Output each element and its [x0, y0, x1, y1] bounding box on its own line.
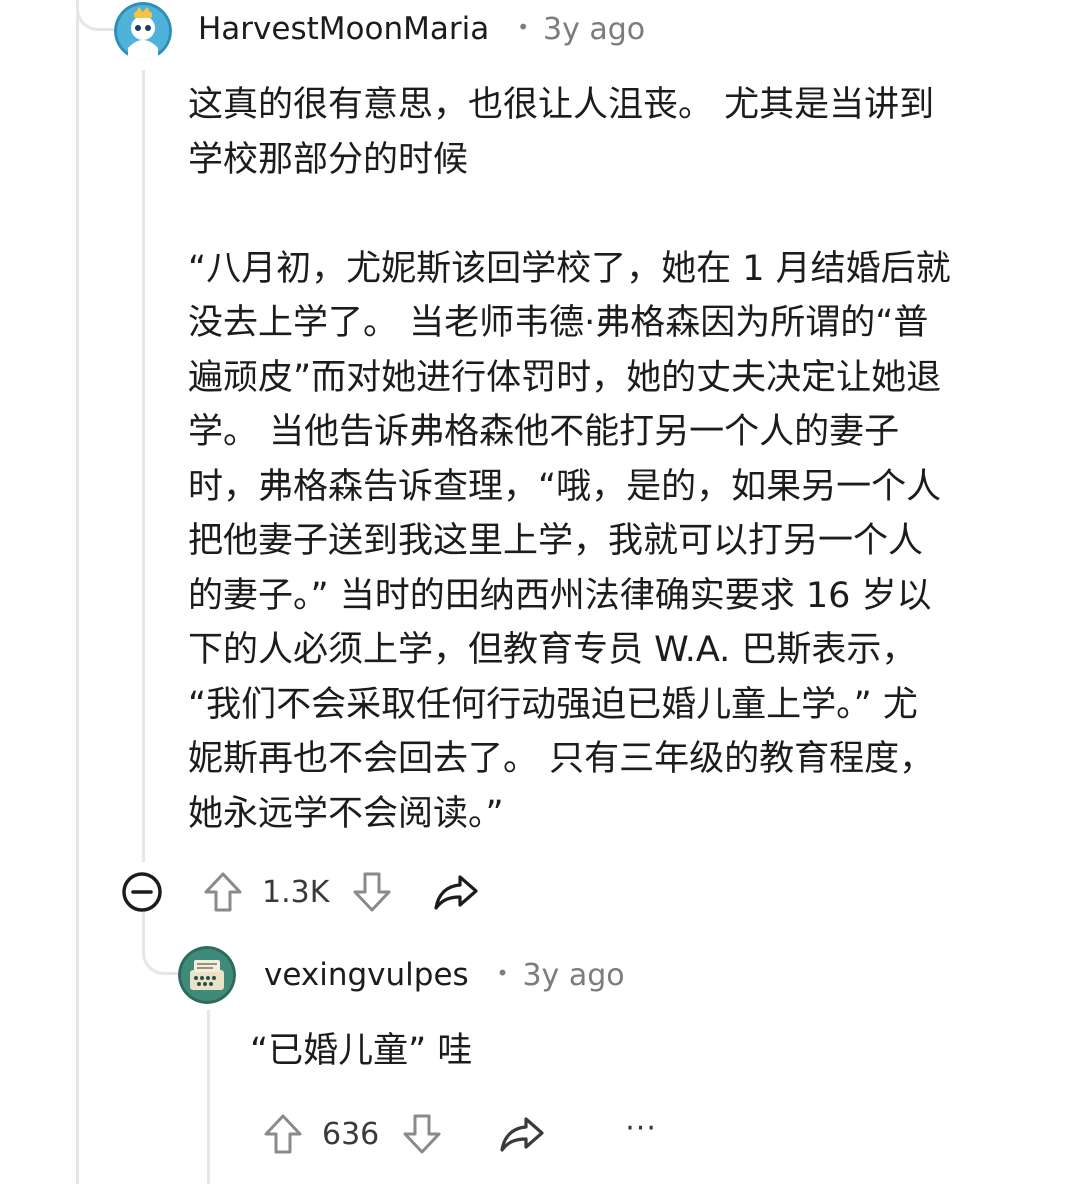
username[interactable]: HarvestMoonMaria — [198, 11, 489, 47]
comment-action-bar: 1.3K — [120, 866, 479, 918]
comment-line: “我们不会采取任何行动强迫已婚儿童上学。” 尤 — [188, 684, 918, 725]
avatar[interactable] — [114, 2, 172, 60]
separator-dot: • — [496, 961, 509, 985]
reply-line: “已婚儿童” 哇 — [250, 1031, 473, 1071]
comment-body: 这真的很有意思，也很让人沮丧。 尤其是当讲到 学校那部分的时候 “八月初，尤妮斯… — [188, 78, 951, 841]
thread-connector — [76, 0, 117, 31]
share-icon[interactable] — [433, 872, 479, 912]
comment-line: 这真的很有意思，也很让人沮丧。 尤其是当讲到 — [188, 85, 935, 125]
upvote-icon[interactable] — [262, 1112, 304, 1156]
separator-dot: • — [517, 15, 529, 39]
avatar[interactable] — [178, 946, 236, 1004]
comment-thread-line[interactable] — [142, 70, 145, 862]
comment-line: 妮斯再也不会回去了。 只有三年级的教育程度， — [188, 739, 935, 779]
comment-line: 时，弗格森告诉查理，“哦，是的，如果另一个人 — [188, 466, 942, 507]
vote-count: 636 — [322, 1116, 380, 1152]
comment-line: 下的人必须上学，但教育专员 W.A. 巴斯表示， — [188, 630, 917, 670]
comment-line: 的妻子。” 当时的田纳西州法律确实要求 16 岁以 — [188, 575, 932, 616]
username[interactable]: vexingvulpes — [264, 957, 469, 993]
comment-line: “八月初，尤妮斯该回学校了，她在 1 月结婚后就 — [188, 248, 951, 289]
comment-line: 学校那部分的时候 — [188, 139, 469, 180]
vote-count: 1.3K — [262, 874, 330, 910]
comment-line: 把他妻子送到我这里上学，我就可以打另一个人 — [188, 521, 924, 561]
comment-line: 她永远学不会阅读。” — [188, 793, 504, 834]
timestamp: 3y ago — [543, 11, 646, 47]
share-icon[interactable] — [499, 1114, 545, 1154]
comment-line: 遍顽皮”而对她进行体罚时，她的丈夫决定让她退 — [188, 357, 942, 398]
more-icon[interactable]: ··· — [625, 1111, 657, 1146]
comment-line: 没去上学了。 当老师韦德·弗格森因为所谓的“普 — [188, 303, 929, 343]
reply-action-bar: 636 ··· — [262, 1108, 657, 1160]
comment-line — [188, 187, 951, 242]
reply-thread-line[interactable] — [207, 1010, 210, 1184]
reply-body: “已婚儿童” 哇 — [250, 1024, 472, 1079]
comment-line: 学。 当他告诉弗格森他不能打另一个人的妻子 — [188, 412, 900, 452]
downvote-icon[interactable] — [401, 1112, 443, 1156]
downvote-icon[interactable] — [351, 870, 393, 914]
upvote-icon[interactable] — [202, 870, 244, 914]
collapse-icon[interactable] — [120, 870, 164, 914]
comment-header: HarvestMoonMaria • 3y ago — [198, 8, 645, 50]
reply-connector — [142, 912, 181, 975]
comment-thread: HarvestMoonMaria • 3y ago 这真的很有意思，也很让人沮丧… — [0, 0, 1080, 1184]
parent-thread-line[interactable] — [76, 0, 79, 1184]
timestamp: 3y ago — [522, 957, 625, 993]
reply-header: vexingvulpes • 3y ago — [264, 954, 625, 996]
